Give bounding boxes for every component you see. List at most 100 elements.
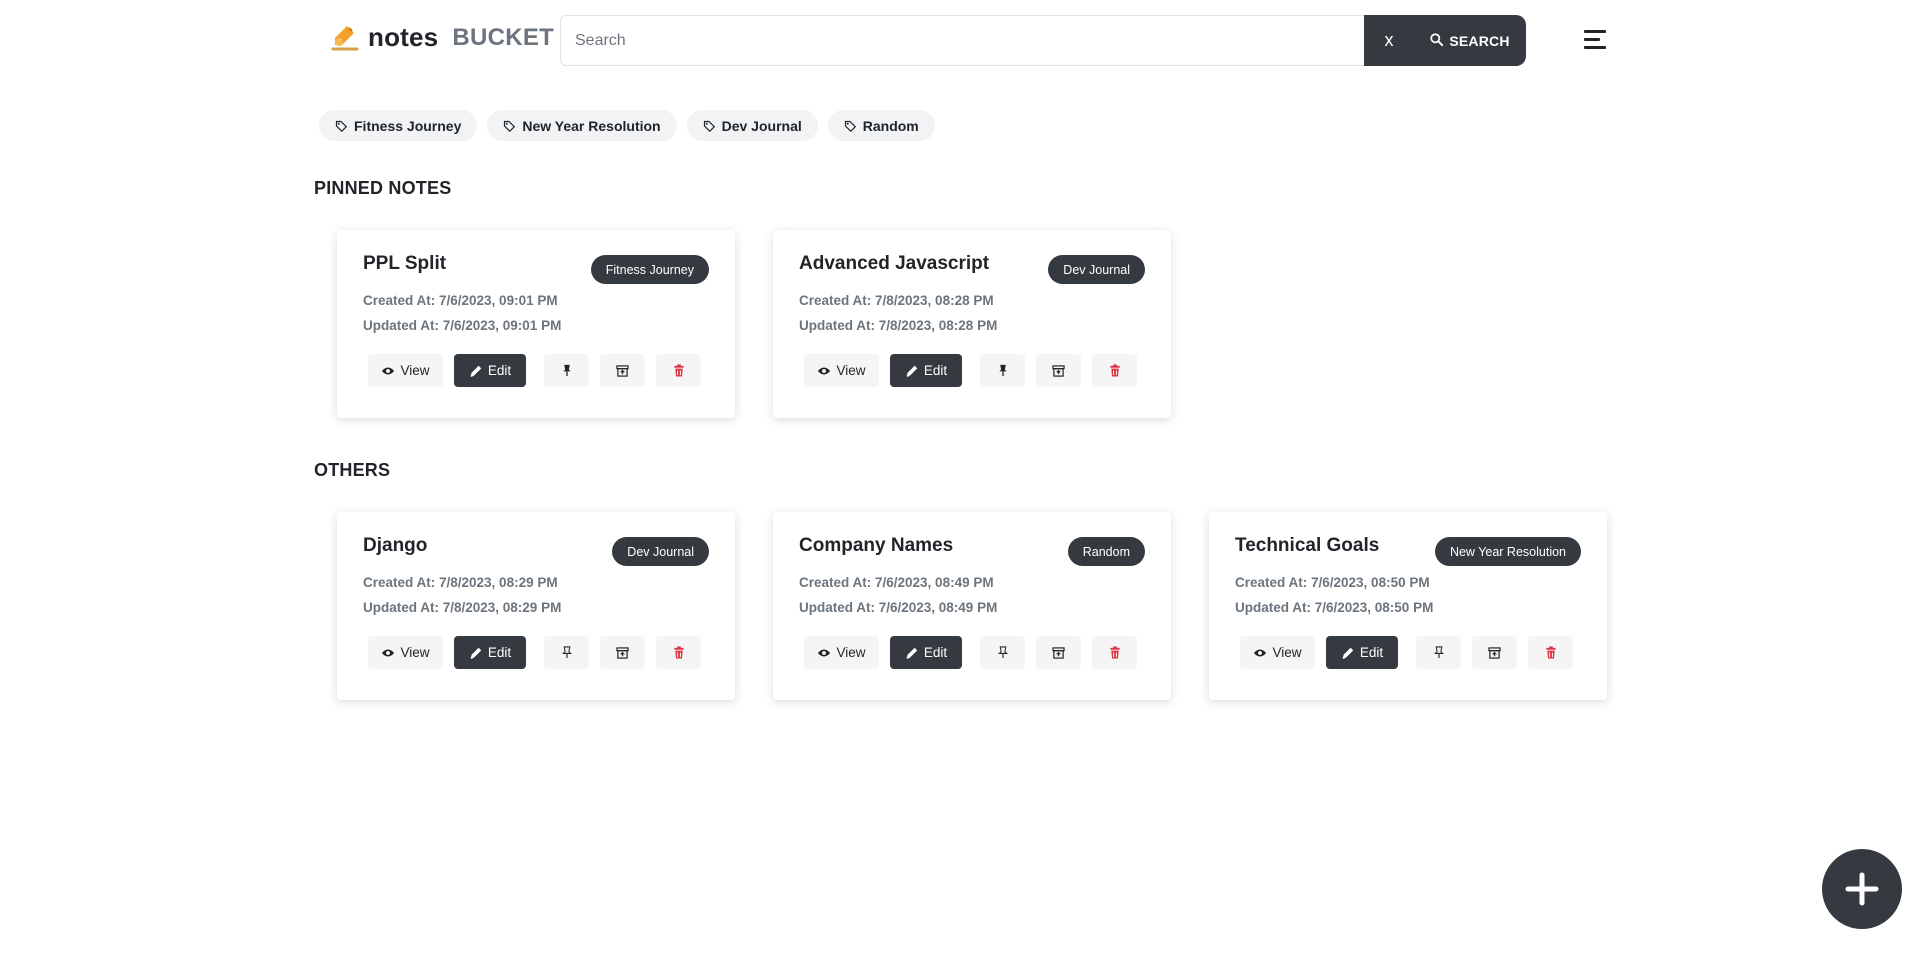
note-title: Company Names [799, 535, 954, 556]
hamburger-menu-button[interactable] [1584, 28, 1612, 52]
pencil-icon [470, 647, 482, 659]
pin-icon [998, 364, 1007, 377]
note-actions: View Edit [804, 636, 1137, 669]
search-input[interactable] [560, 15, 1364, 66]
view-button[interactable]: View [368, 354, 443, 387]
edit-label: Edit [923, 645, 948, 660]
view-label: View [400, 363, 430, 378]
archive-box-icon [616, 364, 629, 377]
note-card: Technical Goals New Year Resolution Crea… [1209, 512, 1607, 700]
note-created-at: Created At: 7/8/2023, 08:28 PM [799, 293, 994, 308]
tag-chip[interactable]: New Year Resolution [487, 110, 677, 141]
search-bar: x SEARCH [560, 15, 1526, 66]
archive-box-icon [616, 646, 629, 659]
search-buttons: x SEARCH [1364, 15, 1526, 66]
pencil-icon [470, 365, 482, 377]
archive-box-icon [1488, 646, 1501, 659]
note-title: Advanced Javascript [799, 253, 990, 274]
note-updated-at: Updated At: 7/6/2023, 09:01 PM [363, 318, 562, 333]
note-card: PPL Split Fitness Journey Created At: 7/… [337, 230, 735, 418]
tag-icon [703, 120, 715, 132]
writing-hand-icon [330, 23, 360, 53]
edit-label: Edit [487, 645, 512, 660]
tag-chip[interactable]: Dev Journal [686, 110, 818, 141]
tag-chip-label: Random [862, 117, 919, 134]
note-created-at: Created At: 7/8/2023, 08:29 PM [363, 575, 558, 590]
note-updated-at: Updated At: 7/8/2023, 08:28 PM [799, 318, 998, 333]
archive-button[interactable] [1472, 636, 1517, 669]
note-title: Technical Goals [1235, 535, 1380, 556]
search-button[interactable]: SEARCH [1414, 15, 1526, 66]
plus-icon [1845, 872, 1879, 906]
pin-icon [997, 646, 1008, 659]
tag-chip[interactable]: Random [827, 110, 935, 141]
view-button[interactable]: View [804, 636, 879, 669]
edit-button[interactable]: Edit [454, 354, 526, 387]
trash-icon [1109, 646, 1120, 659]
archive-button[interactable] [1036, 354, 1081, 387]
delete-button[interactable] [1528, 636, 1573, 669]
trash-icon [673, 646, 684, 659]
brand-sub: BUCKET [452, 23, 555, 51]
note-updated-at: Updated At: 7/6/2023, 08:50 PM [1235, 600, 1434, 615]
archive-box-icon [1052, 364, 1065, 377]
pin-icon [561, 646, 572, 659]
edit-label: Edit [487, 363, 512, 378]
note-actions: View Edit [1240, 636, 1573, 669]
archive-button[interactable] [1036, 636, 1081, 669]
note-actions: View Edit [368, 354, 701, 387]
note-tag-badge[interactable]: Dev Journal [1048, 255, 1145, 284]
edit-button[interactable]: Edit [890, 354, 962, 387]
edit-button[interactable]: Edit [1326, 636, 1398, 669]
eye-icon [818, 367, 831, 374]
view-label: View [1272, 645, 1302, 660]
tag-chip-label: Fitness Journey [354, 117, 462, 134]
pin-button[interactable] [544, 354, 589, 387]
trash-icon [673, 364, 684, 377]
edit-label: Edit [1359, 645, 1384, 660]
note-created-at: Created At: 7/6/2023, 08:50 PM [1235, 575, 1430, 590]
note-created-at: Created At: 7/6/2023, 09:01 PM [363, 293, 558, 308]
archive-box-icon [1052, 646, 1065, 659]
edit-button[interactable]: Edit [454, 636, 526, 669]
eye-icon [1254, 649, 1267, 656]
delete-button[interactable] [1092, 354, 1137, 387]
pencil-icon [1342, 647, 1354, 659]
pin-button[interactable] [980, 636, 1025, 669]
add-note-button[interactable] [1822, 849, 1902, 929]
note-updated-at: Updated At: 7/8/2023, 08:29 PM [363, 600, 562, 615]
delete-button[interactable] [656, 636, 701, 669]
note-created-at: Created At: 7/6/2023, 08:49 PM [799, 575, 994, 590]
archive-button[interactable] [600, 636, 645, 669]
view-label: View [400, 645, 430, 660]
view-label: View [836, 645, 866, 660]
view-button[interactable]: View [804, 354, 879, 387]
delete-button[interactable] [1092, 636, 1137, 669]
pin-button[interactable] [544, 636, 589, 669]
pin-button[interactable] [980, 354, 1025, 387]
pin-button[interactable] [1416, 636, 1461, 669]
brand-logo[interactable]: notes BUCKET [330, 22, 554, 53]
note-tag-badge[interactable]: New Year Resolution [1434, 537, 1581, 566]
note-tag-badge[interactable]: Fitness Journey [590, 255, 709, 284]
note-actions: View Edit [368, 636, 701, 669]
delete-button[interactable] [656, 354, 701, 387]
eye-icon [818, 649, 831, 656]
tag-chip[interactable]: Fitness Journey [319, 110, 478, 141]
trash-icon [1109, 364, 1120, 377]
note-title: PPL Split [363, 253, 447, 274]
view-button[interactable]: View [1240, 636, 1315, 669]
note-actions: View Edit [804, 354, 1137, 387]
note-tag-badge[interactable]: Dev Journal [612, 537, 709, 566]
others-section-title: OTHERS [314, 460, 391, 480]
trash-icon [1545, 646, 1556, 659]
tag-chip-label: New Year Resolution [522, 117, 661, 134]
search-button-label: SEARCH [1449, 32, 1510, 49]
archive-button[interactable] [600, 354, 645, 387]
note-updated-at: Updated At: 7/6/2023, 08:49 PM [799, 600, 998, 615]
view-button[interactable]: View [368, 636, 443, 669]
note-tag-badge[interactable]: Random [1067, 537, 1145, 566]
clear-search-button[interactable]: x [1364, 15, 1414, 66]
note-card: Django Dev Journal Created At: 7/8/2023,… [337, 512, 735, 700]
edit-button[interactable]: Edit [890, 636, 962, 669]
